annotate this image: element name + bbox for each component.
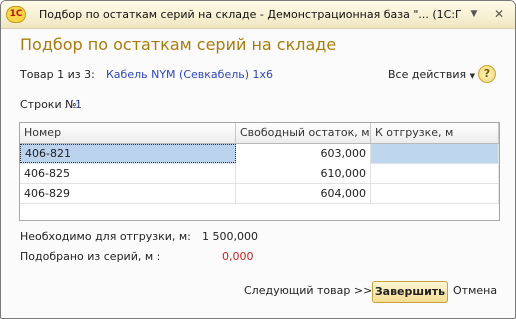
cell-to-ship[interactable]	[371, 164, 499, 184]
table-row[interactable]: 406-825 610,000	[20, 164, 499, 184]
cancel-button[interactable]: Отмена	[453, 281, 497, 303]
next-item-button[interactable]: Следующий товар >>	[244, 281, 372, 303]
series-table[interactable]: Номер Свободный остаток, м К отгрузке, м…	[19, 122, 500, 221]
close-icon[interactable]: ✕	[491, 6, 507, 22]
help-icon[interactable]: ?	[478, 65, 496, 83]
item-name-link[interactable]: Кабель NYM (Севкабель) 1х6	[106, 68, 273, 81]
title-bar[interactable]: 1С Подбор по остаткам серий на складе - …	[1, 1, 515, 29]
needed-label: Необходимо для отгрузки, м:	[20, 230, 191, 243]
window-menu-icon[interactable]: ▼	[466, 6, 482, 22]
app-logo-icon: 1С	[6, 6, 26, 23]
table-row[interactable]: 406-829 604,000	[20, 184, 499, 204]
column-header-number[interactable]: Номер	[20, 123, 236, 143]
table-header: Номер Свободный остаток, м К отгрузке, м	[20, 123, 499, 144]
cell-number[interactable]: 406-829	[20, 184, 236, 204]
column-header-to-ship[interactable]: К отгрузке, м	[371, 123, 499, 143]
table-row[interactable]: 406-821 603,000	[20, 144, 499, 164]
dialog-window: 1С Подбор по остаткам серий на складе - …	[0, 0, 516, 319]
rows-label: Строки №:	[20, 98, 81, 111]
cell-free-stock[interactable]: 610,000	[236, 164, 371, 184]
window-title: Подбор по остаткам серий на складе - Дем…	[39, 8, 461, 21]
all-actions-label: Все действия	[388, 68, 467, 81]
all-actions-menu[interactable]: Все действия ▼	[388, 68, 475, 81]
form-title: Подбор по остаткам серий на складе	[20, 35, 337, 54]
cell-free-stock[interactable]: 604,000	[236, 184, 371, 204]
needed-value: 1 500,000	[202, 230, 258, 243]
cell-to-ship[interactable]	[371, 184, 499, 204]
cell-number[interactable]: 406-821	[20, 144, 236, 163]
cell-to-ship[interactable]	[371, 144, 499, 164]
item-counter: Товар 1 из 3:	[20, 68, 95, 81]
cell-number[interactable]: 406-825	[20, 164, 236, 184]
picked-label: Подобрано из серий, м :	[20, 250, 161, 263]
picked-value: 0,000	[222, 250, 254, 263]
finish-button[interactable]: Завершить	[372, 281, 448, 303]
chevron-down-icon: ▼	[469, 72, 475, 80]
column-header-free-stock[interactable]: Свободный остаток, м	[236, 123, 371, 143]
rows-value: 1	[75, 98, 82, 111]
cell-free-stock[interactable]: 603,000	[236, 144, 371, 164]
